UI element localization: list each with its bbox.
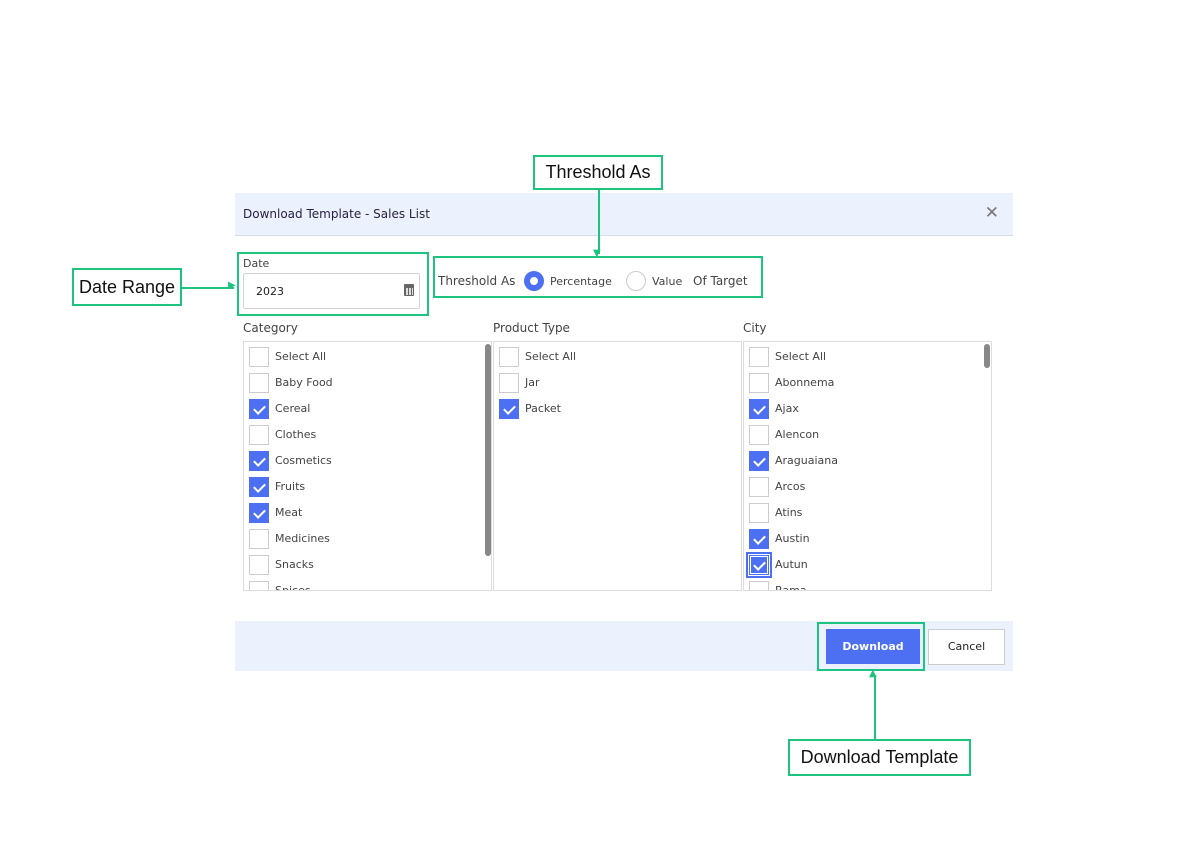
- arrow-up-icon: ▲: [869, 668, 877, 679]
- checkbox[interactable]: [749, 451, 769, 471]
- list-item[interactable]: Cereal: [249, 399, 479, 425]
- list-item-label: Medicines: [275, 532, 330, 545]
- list-item[interactable]: Austin: [749, 529, 979, 555]
- list-item[interactable]: Select All: [499, 347, 729, 373]
- list-item[interactable]: Select All: [749, 347, 979, 373]
- checkbox[interactable]: [249, 373, 269, 393]
- list-label: Product Type: [493, 321, 570, 335]
- checkbox[interactable]: [249, 451, 269, 471]
- list-item-label: Autun: [775, 558, 808, 571]
- arrow-line: [874, 675, 876, 739]
- arrow-down-icon: ▼: [593, 248, 601, 259]
- list-item-label: Fruits: [275, 480, 306, 493]
- dialog-header: Download Template - Sales List ✕: [235, 193, 1013, 236]
- list-item[interactable]: Clothes: [249, 425, 479, 451]
- checkbox[interactable]: [249, 347, 269, 367]
- list-item[interactable]: Alencon: [749, 425, 979, 451]
- list-item-label: Select All: [275, 350, 327, 363]
- checkbox[interactable]: [249, 503, 269, 523]
- list-item-label: Rama: [775, 584, 807, 591]
- annotation-date-range: Date Range: [72, 268, 182, 306]
- dialog-title: Download Template - Sales List: [243, 207, 430, 221]
- list-item[interactable]: Fruits: [249, 477, 479, 503]
- checkbox[interactable]: [749, 529, 769, 549]
- list-item-label: Snacks: [275, 558, 314, 571]
- list-item[interactable]: Arcos: [749, 477, 979, 503]
- list-item[interactable]: Autun: [746, 552, 979, 581]
- list-item[interactable]: Ajax: [749, 399, 979, 425]
- list-item-label: Spices: [275, 584, 311, 591]
- checkbox[interactable]: [249, 529, 269, 549]
- list-item[interactable]: Abonnema: [749, 373, 979, 399]
- list-item-label: Jar: [525, 376, 540, 389]
- list-item-label: Araguaiana: [775, 454, 838, 467]
- checkbox[interactable]: [249, 399, 269, 419]
- checkbox-list[interactable]: Select All Abonnema Ajax Alencon Araguaiana A…: [743, 341, 992, 591]
- list-item-label: Ajax: [775, 402, 799, 415]
- annotation-threshold: Threshold As: [533, 155, 663, 190]
- list-item-label: Clothes: [275, 428, 317, 441]
- list-item[interactable]: Cosmetics: [249, 451, 479, 477]
- arrow-right-icon: ▶: [228, 280, 236, 291]
- checkbox[interactable]: [499, 373, 519, 393]
- checkbox[interactable]: [749, 347, 769, 367]
- list-item-label: Abonnema: [775, 376, 835, 389]
- list-item-label: Packet: [525, 402, 561, 415]
- arrow-line: [182, 287, 234, 289]
- list-label: City: [743, 321, 767, 335]
- list-item[interactable]: Medicines: [249, 529, 479, 555]
- list-item-label: Cosmetics: [275, 454, 332, 467]
- list-item-label: Meat: [275, 506, 303, 519]
- checkbox[interactable]: [249, 425, 269, 445]
- list-item-label: Austin: [775, 532, 810, 545]
- threshold-highlight: [433, 256, 763, 298]
- checkbox[interactable]: [249, 477, 269, 497]
- list-item-label: Atins: [775, 506, 803, 519]
- list-item[interactable]: Packet: [499, 399, 729, 425]
- list-item-label: Cereal: [275, 402, 311, 415]
- list-item[interactable]: Rama: [749, 581, 979, 591]
- checkbox[interactable]: [749, 373, 769, 393]
- list-item[interactable]: Select All: [249, 347, 479, 373]
- list-item[interactable]: Jar: [499, 373, 729, 399]
- close-icon[interactable]: ✕: [985, 203, 999, 223]
- list-item[interactable]: Meat: [249, 503, 479, 529]
- checkbox-list[interactable]: Select All Baby Food Cereal Clothes Cosmetic…: [243, 341, 492, 591]
- checkbox[interactable]: [499, 347, 519, 367]
- list-item-label: Select All: [775, 350, 827, 363]
- checkbox[interactable]: [749, 425, 769, 445]
- checkbox[interactable]: [249, 555, 269, 575]
- checkbox[interactable]: [746, 552, 772, 578]
- date-highlight: [237, 252, 429, 316]
- annotation-download-template: Download Template: [788, 739, 971, 776]
- list-item[interactable]: Atins: [749, 503, 979, 529]
- list-item[interactable]: Snacks: [249, 555, 479, 581]
- arrow-line: [598, 190, 600, 254]
- list-item[interactable]: Baby Food: [249, 373, 479, 399]
- checkbox[interactable]: [249, 581, 269, 590]
- list-item-label: Select All: [525, 350, 577, 363]
- checkbox[interactable]: [749, 399, 769, 419]
- scrollbar[interactable]: [485, 344, 491, 556]
- checkbox-list[interactable]: Select All Jar Packet: [493, 341, 742, 591]
- checkbox[interactable]: [749, 581, 769, 590]
- list-item-label: Arcos: [775, 480, 806, 493]
- download-highlight: [817, 622, 925, 671]
- scrollbar[interactable]: [984, 344, 990, 368]
- list-label: Category: [243, 321, 298, 335]
- list-item[interactable]: Araguaiana: [749, 451, 979, 477]
- list-item-label: Alencon: [775, 428, 820, 441]
- list-item[interactable]: Spices: [249, 581, 479, 591]
- checkbox[interactable]: [749, 503, 769, 523]
- checkbox[interactable]: [499, 399, 519, 419]
- list-item-label: Baby Food: [275, 376, 333, 389]
- cancel-button[interactable]: Cancel: [928, 629, 1005, 665]
- checkbox[interactable]: [749, 477, 769, 497]
